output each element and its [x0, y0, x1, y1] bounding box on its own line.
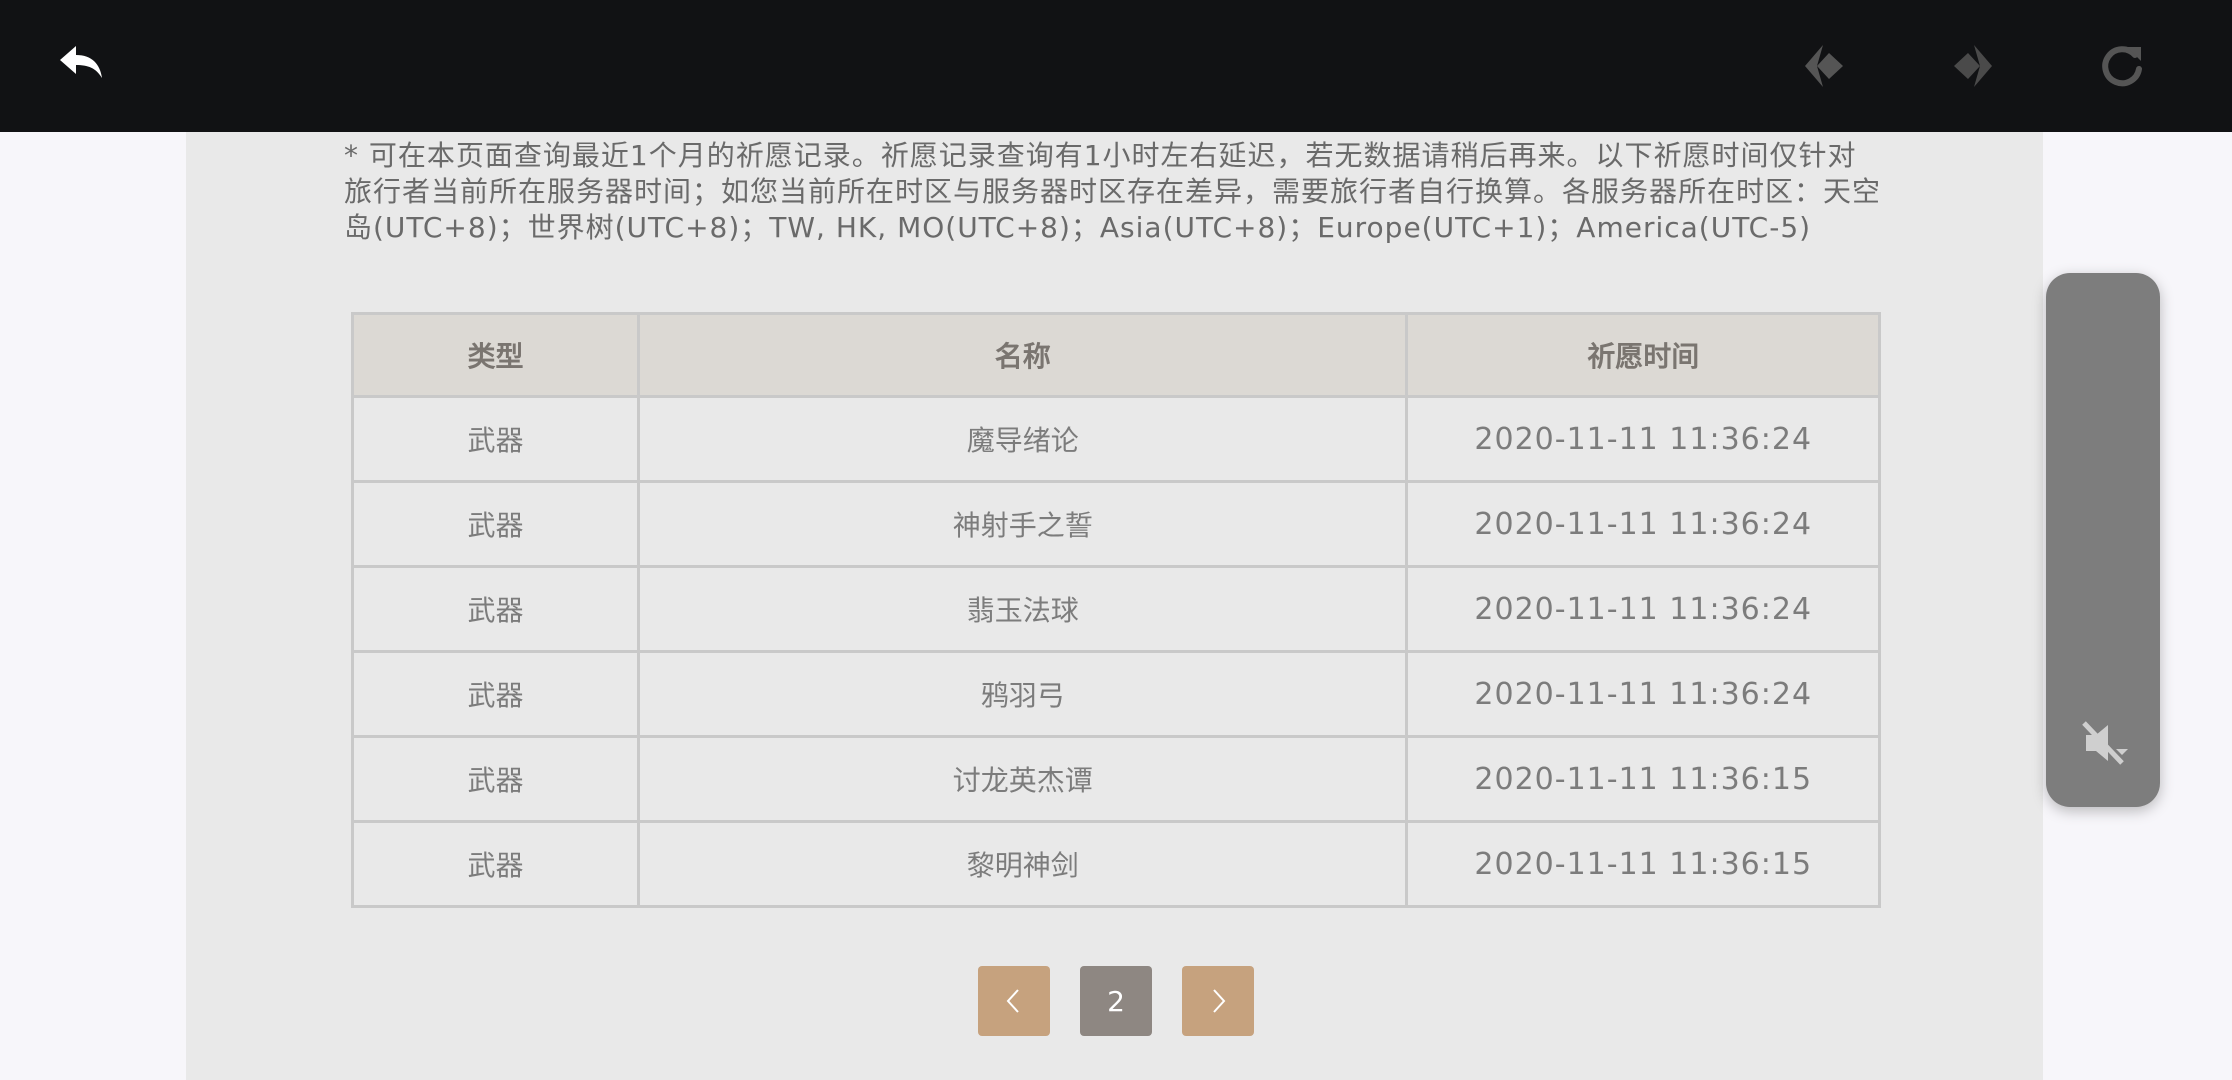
header-name: 名称: [637, 312, 1409, 398]
cell-type: 武器: [350, 480, 641, 568]
refresh-icon: [2102, 46, 2142, 87]
pagination-next-button[interactable]: [1182, 966, 1254, 1036]
wish-history-panel: * 可在本页面查询最近1个月的祈愿记录。祈愿记录查询有1小时左右延迟，若无数据请…: [186, 132, 2043, 1080]
cell-type: 武器: [350, 565, 641, 653]
cell-type: 武器: [350, 735, 641, 823]
back-arrow-icon: [60, 46, 102, 78]
nav-prev-icon: [1805, 45, 1843, 87]
cell-time: 2020-11-11 11:36:24: [1405, 480, 1881, 568]
nav-next-icon: [1954, 45, 1992, 87]
table-row: 武器 翡玉法球 2020-11-11 11:36:24: [350, 565, 1881, 653]
pagination-prev-button[interactable]: [978, 966, 1050, 1036]
cell-time: 2020-11-11 11:36:15: [1405, 735, 1881, 823]
table-header-row: 类型 名称 祈愿时间: [350, 312, 1881, 398]
table-row: 武器 鸦羽弓 2020-11-11 11:36:24: [350, 650, 1881, 738]
cell-type: 武器: [350, 820, 641, 908]
cell-name: 讨龙英杰谭: [637, 735, 1409, 823]
table-row: 武器 讨龙英杰谭 2020-11-11 11:36:15: [350, 735, 1881, 823]
table-row: 武器 魔导绪论 2020-11-11 11:36:24: [350, 395, 1881, 483]
cell-name: 魔导绪论: [637, 395, 1409, 483]
pagination-current-page[interactable]: 2: [1080, 966, 1152, 1036]
cell-time: 2020-11-11 11:36:24: [1405, 565, 1881, 653]
top-toolbar: [0, 0, 2232, 132]
cell-name: 黎明神剑: [637, 820, 1409, 908]
table-row: 武器 神射手之誓 2020-11-11 11:36:24: [350, 480, 1881, 568]
cell-name: 神射手之誓: [637, 480, 1409, 568]
back-button[interactable]: [48, 30, 120, 102]
table-row: 武器 黎明神剑 2020-11-11 11:36:15: [350, 820, 1881, 908]
refresh-button[interactable]: [2086, 30, 2158, 102]
cell-time: 2020-11-11 11:36:24: [1405, 650, 1881, 738]
header-time: 祈愿时间: [1405, 312, 1881, 398]
cell-name: 鸦羽弓: [637, 650, 1409, 738]
cell-type: 武器: [350, 395, 641, 483]
nav-next-button[interactable]: [1937, 30, 2009, 102]
chevron-left-icon: [1006, 989, 1019, 1013]
wish-history-table: 类型 名称 祈愿时间 武器 魔导绪论 2020-11-11 11:36:24 武…: [350, 312, 1881, 908]
cell-time: 2020-11-11 11:36:24: [1405, 395, 1881, 483]
nav-prev-button[interactable]: [1788, 30, 1860, 102]
cell-time: 2020-11-11 11:36:15: [1405, 820, 1881, 908]
cell-type: 武器: [350, 650, 641, 738]
mute-icon: [2082, 721, 2128, 765]
side-floating-panel[interactable]: [2046, 273, 2160, 807]
notice-text: * 可在本页面查询最近1个月的祈愿记录。祈愿记录查询有1小时左右延迟，若无数据请…: [344, 139, 1882, 244]
cell-name: 翡玉法球: [637, 565, 1409, 653]
header-type: 类型: [350, 312, 641, 398]
chevron-right-icon: [1213, 989, 1226, 1013]
mute-button[interactable]: [2076, 715, 2132, 771]
